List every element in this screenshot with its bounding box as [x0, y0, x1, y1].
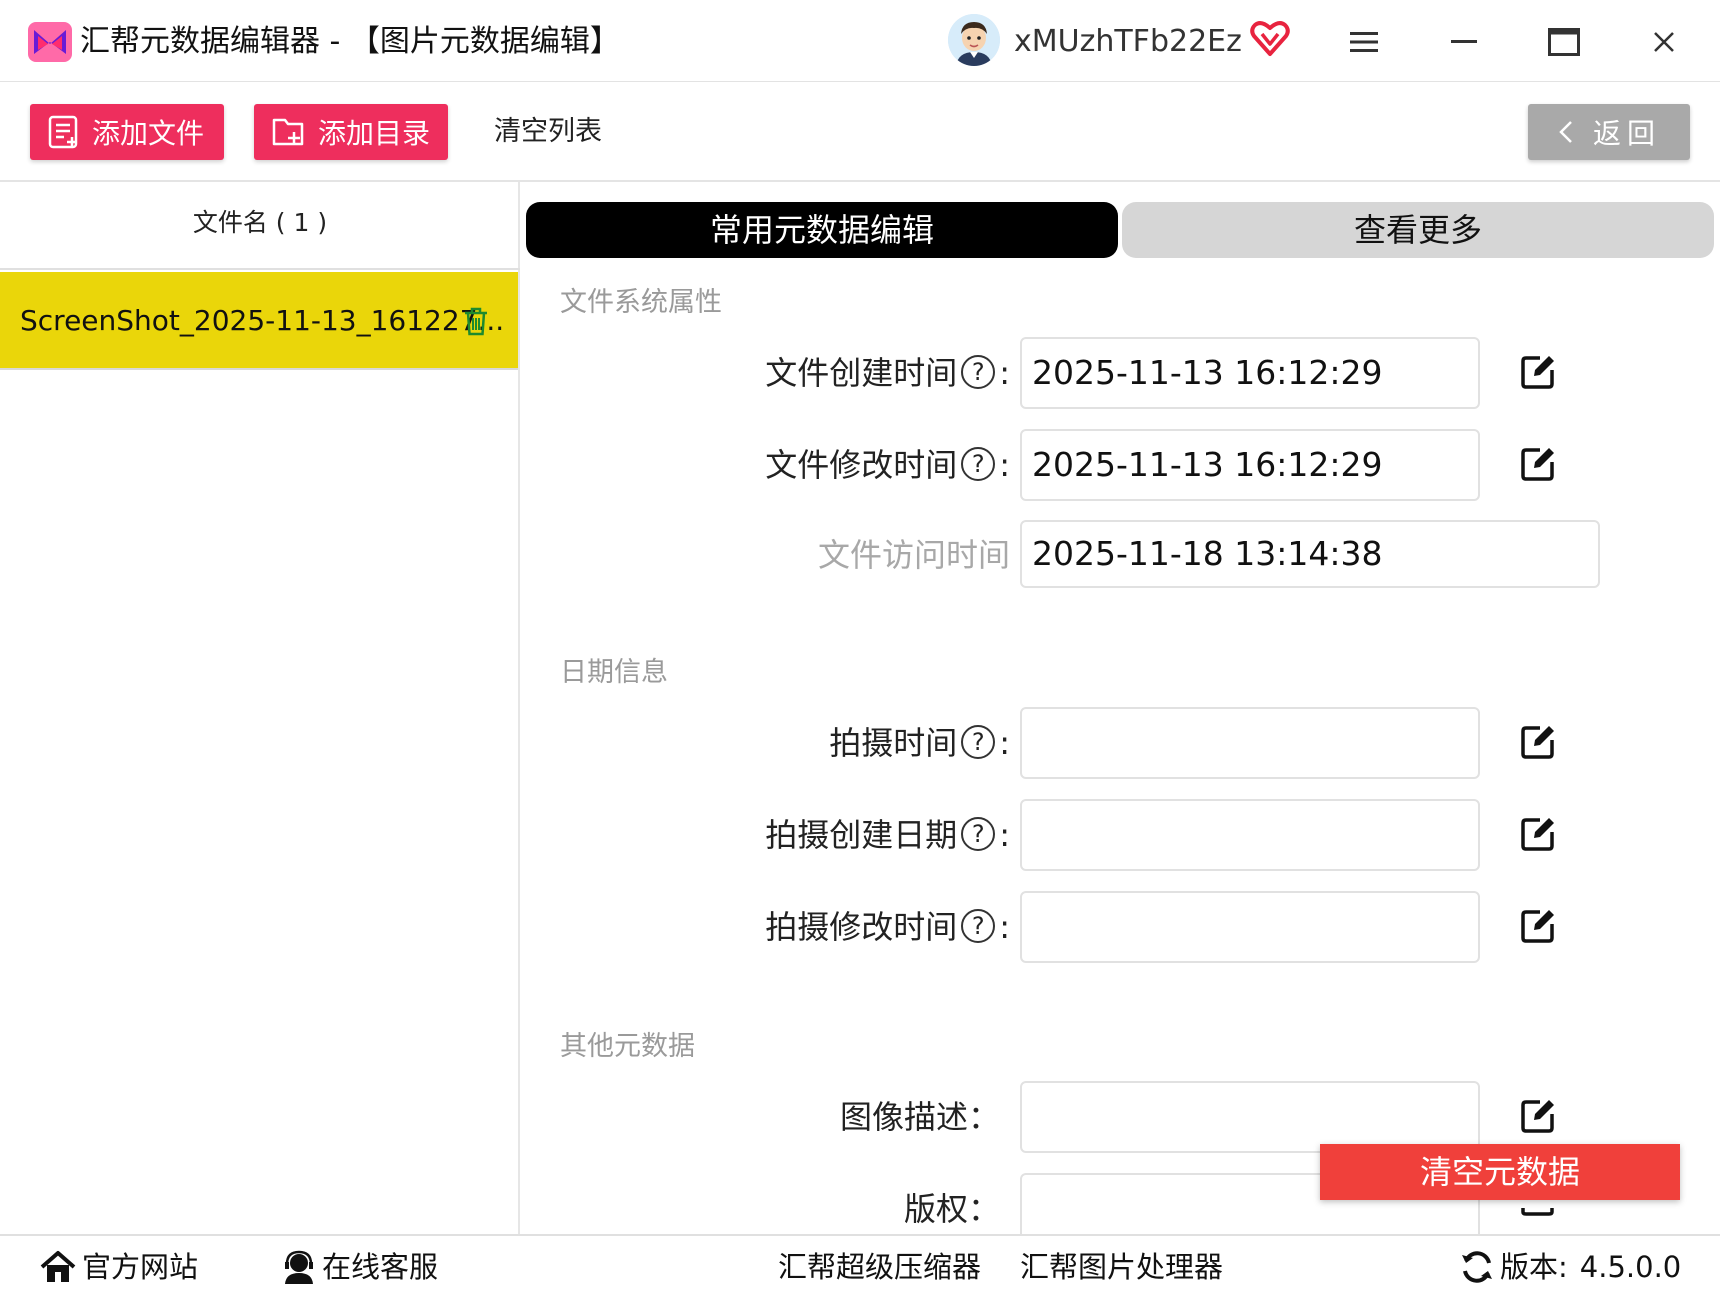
add-directory-label: 添加目录 [318, 117, 431, 150]
vip-heart-icon[interactable] [1250, 18, 1290, 58]
close-icon [1654, 32, 1674, 52]
file-modified-input[interactable]: 2025-11-13 16:12:29 [1020, 429, 1480, 501]
image-description-label: 图像描述： [560, 1082, 1000, 1152]
version-info: 版本: 4.5.0.0 [1460, 1234, 1681, 1300]
file-list-header: 文件名 ( 1 ) [0, 182, 520, 270]
file-created-input[interactable]: 2025-11-13 16:12:29 [1020, 337, 1480, 409]
avatar[interactable] [948, 14, 1000, 66]
home-icon [40, 1251, 76, 1282]
shot-time-label: 拍摄时间?: [560, 708, 1010, 778]
file-accessed-input: 2025-11-18 13:14:38 [1020, 520, 1600, 588]
official-website-label: 官方网站 [82, 1250, 199, 1284]
app-logo-icon [28, 22, 72, 62]
edit-icon[interactable] [1520, 354, 1556, 390]
shot-modified-label: 拍摄修改时间?: [560, 892, 1010, 962]
label-colon: ： [967, 1098, 1000, 1136]
add-file-icon [48, 115, 78, 149]
image-processor-link[interactable]: 汇帮图片处理器 [1020, 1234, 1223, 1300]
label-colon: ： [967, 1190, 1000, 1228]
help-icon[interactable]: ? [961, 355, 996, 389]
shot-created-label: 拍摄创建日期?: [560, 800, 1010, 870]
add-file-label: 添加文件 [92, 117, 205, 150]
shot-time-input[interactable] [1020, 707, 1480, 779]
window-title: 汇帮元数据编辑器 - 【图片元数据编辑】 [80, 24, 620, 59]
maximize-icon [1548, 28, 1580, 56]
help-icon[interactable]: ? [961, 909, 996, 943]
file-name[interactable]: ScreenShot_2025-11-13_161227... [20, 272, 504, 370]
trash-icon[interactable] [462, 306, 490, 336]
version-number: 4.5.0.0 [1579, 1250, 1682, 1284]
clear-list-button[interactable]: 清空列表 [494, 104, 602, 160]
chevron-left-icon [1559, 121, 1572, 143]
label-colon: : [999, 354, 1010, 392]
shot-modified-input[interactable] [1020, 891, 1480, 963]
online-support-label: 在线客服 [322, 1250, 439, 1284]
section-title-date: 日期信息 [560, 657, 668, 688]
add-file-button[interactable]: 添加文件 [30, 104, 224, 160]
file-accessed-label: 文件访问时间 [817, 536, 1010, 574]
maximize-button[interactable] [1536, 18, 1592, 66]
tab-common-metadata[interactable]: 常用元数据编辑 [526, 202, 1118, 258]
add-directory-button[interactable]: 添加目录 [254, 104, 448, 160]
label-colon: : [999, 816, 1010, 854]
copyright-label-text: 版权 [903, 1190, 968, 1228]
label-colon: : [999, 724, 1010, 762]
close-button[interactable] [1636, 18, 1692, 66]
section-title-filesystem: 文件系统属性 [560, 287, 722, 318]
edit-icon[interactable] [1520, 816, 1556, 852]
copyright-label: 版权： [560, 1174, 1000, 1234]
username[interactable]: xMUzhTFb22Ez [1014, 20, 1242, 64]
edit-icon[interactable] [1520, 1198, 1556, 1234]
minimize-button[interactable] [1436, 18, 1492, 66]
file-modified-label-text: 文件修改时间 [765, 446, 958, 484]
edit-icon[interactable] [1520, 724, 1556, 760]
edit-icon[interactable] [1520, 908, 1556, 944]
online-support-link[interactable]: 在线客服 [282, 1234, 438, 1300]
image-description-input[interactable] [1020, 1081, 1480, 1153]
clear-metadata-button[interactable]: 清空元数据 [1320, 1144, 1680, 1200]
refresh-icon[interactable] [1460, 1250, 1494, 1284]
file-created-label-text: 文件创建时间 [765, 354, 958, 392]
file-created-label: 文件创建时间?: [560, 338, 1010, 408]
edit-icon[interactable] [1520, 446, 1556, 482]
official-website-link[interactable]: 官方网站 [40, 1234, 198, 1300]
menu-icon [1350, 32, 1378, 52]
back-label: 返回 [1592, 117, 1661, 150]
edit-icon[interactable] [1520, 1098, 1556, 1134]
add-folder-icon [272, 118, 304, 146]
shot-created-label-text: 拍摄创建日期 [765, 816, 958, 854]
customer-service-icon [285, 1250, 313, 1284]
version-label: 版本: [1500, 1250, 1568, 1284]
help-icon[interactable]: ? [961, 447, 996, 481]
section-title-other: 其他元数据 [560, 1031, 695, 1062]
shot-time-label-text: 拍摄时间 [829, 724, 958, 762]
file-modified-label: 文件修改时间?: [560, 430, 1010, 500]
help-icon[interactable]: ? [961, 817, 996, 851]
label-colon: : [999, 446, 1010, 484]
minimize-icon [1451, 40, 1477, 43]
label-colon: : [999, 908, 1010, 946]
compressor-link[interactable]: 汇帮超级压缩器 [778, 1234, 981, 1300]
shot-created-input[interactable] [1020, 799, 1480, 871]
help-icon[interactable]: ? [961, 725, 996, 759]
menu-button[interactable] [1336, 18, 1392, 66]
image-description-label-text: 图像描述 [839, 1098, 968, 1136]
shot-modified-label-text: 拍摄修改时间 [765, 908, 958, 946]
back-button[interactable]: 返回 [1528, 104, 1690, 160]
tab-view-more[interactable]: 查看更多 [1122, 202, 1714, 258]
